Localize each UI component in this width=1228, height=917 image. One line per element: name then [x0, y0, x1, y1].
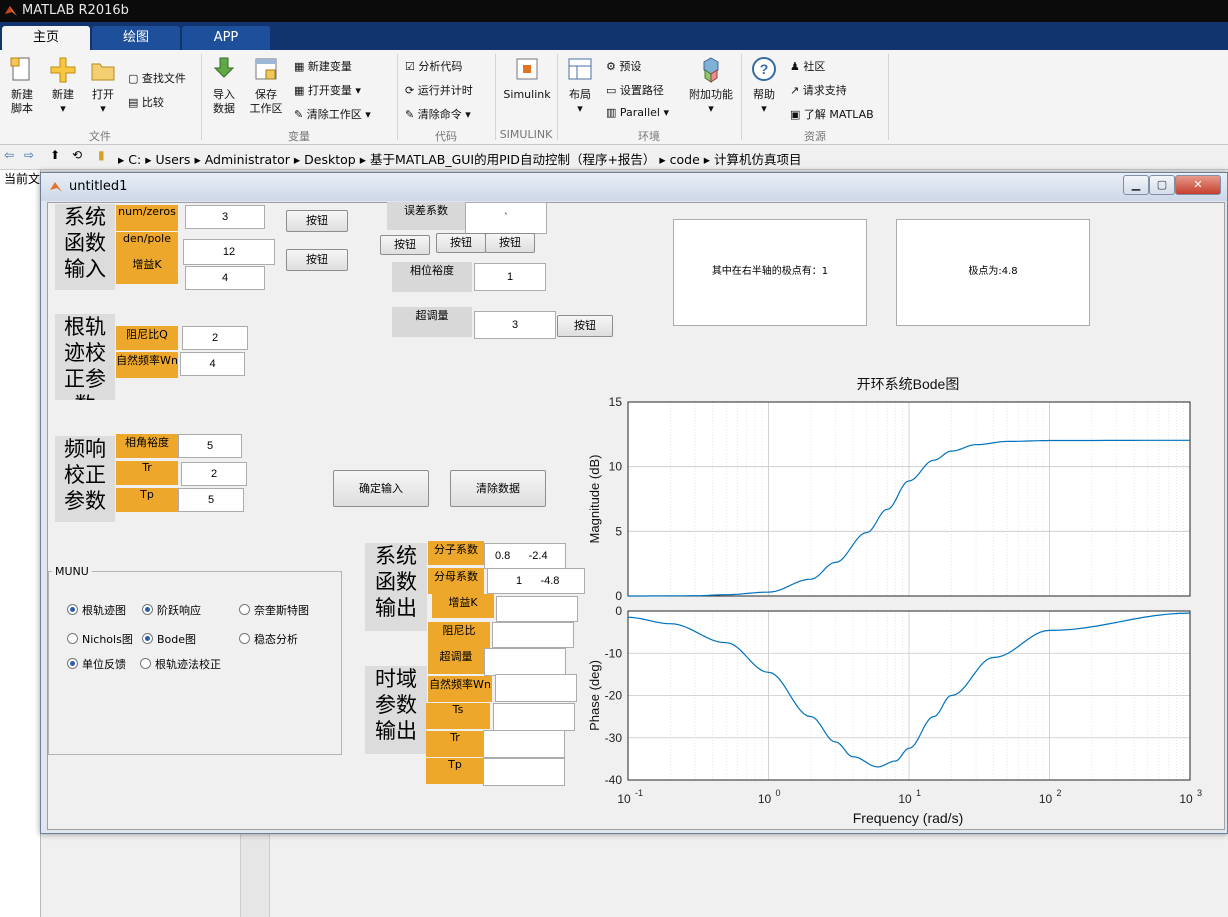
- x-tick-exponent: 0: [776, 788, 781, 798]
- phase-y-tick-label: -40: [605, 773, 623, 787]
- phase-y-tick-label: -30: [605, 731, 623, 745]
- x-tick-exponent: 2: [1057, 788, 1062, 798]
- x-tick-label: 10: [758, 792, 772, 806]
- magnitude-y-tick-label: 15: [609, 395, 623, 409]
- magnitude-y-axis-label: Magnitude (dB): [587, 455, 602, 544]
- phase-y-tick-label: -10: [605, 646, 623, 660]
- x-tick-exponent: -1: [635, 788, 643, 798]
- phase-y-tick-label: 0: [615, 604, 622, 618]
- x-axis-label: Frequency (rad/s): [853, 810, 963, 826]
- magnitude-y-tick-label: 10: [609, 460, 623, 474]
- x-tick-exponent: 1: [916, 788, 921, 798]
- x-tick-exponent: 3: [1197, 788, 1202, 798]
- x-tick-label: 10: [617, 792, 631, 806]
- chart-title: 开环系统Bode图: [857, 376, 960, 392]
- x-tick-label: 10: [1179, 792, 1193, 806]
- magnitude-y-tick-label: 5: [615, 524, 622, 538]
- magnitude-y-tick-label: 0: [615, 589, 622, 603]
- phase-y-axis-label: Phase (deg): [587, 660, 602, 731]
- bode-chart: 051015Magnitude (dB)0-10-20-30-40Phase (…: [587, 376, 1202, 826]
- phase-y-tick-label: -20: [605, 689, 623, 703]
- x-tick-label: 10: [898, 792, 912, 806]
- x-tick-label: 10: [1039, 792, 1053, 806]
